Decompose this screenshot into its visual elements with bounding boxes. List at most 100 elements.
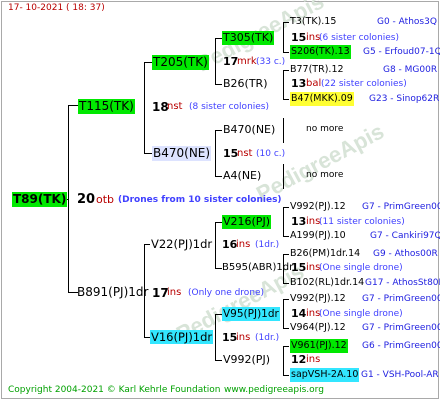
connector [283, 299, 284, 329]
connector [215, 38, 222, 39]
connector [215, 222, 222, 223]
connector [283, 99, 289, 100]
connector [283, 375, 289, 376]
connector [215, 314, 216, 361]
mmm-note: (6 sister colonies) [319, 33, 400, 43]
ffm-note: (One single drone) [319, 309, 403, 319]
gen4-queen[interactable]: B26(PM)1dr.14 [290, 247, 360, 261]
fff-year: 12 [291, 353, 307, 366]
mm-note: (33 c.) [256, 57, 286, 67]
father-insemination: ins [167, 287, 182, 298]
gen4-queen[interactable]: S206(TK).13 [290, 45, 351, 59]
gen4-code: G8 - MG00R [383, 65, 438, 75]
connector [215, 130, 222, 131]
connector [283, 283, 289, 284]
connector [215, 360, 222, 361]
connector [283, 328, 289, 329]
mm-insemination: mrk [237, 56, 257, 67]
connector [215, 222, 216, 269]
root-year: 20 [77, 192, 96, 207]
fm-queen[interactable]: V22(PJ)1dr [150, 237, 213, 251]
connector [68, 105, 78, 106]
gen4-code: G23 - Sinop62R [369, 94, 440, 104]
connector [283, 207, 284, 237]
gen4-code: G7 - Cankiri97Q [370, 231, 440, 241]
mmm-queen[interactable]: T305(TK) [222, 31, 275, 45]
mmm-year: 15 [291, 31, 307, 44]
connector [144, 62, 145, 154]
gen4-queen[interactable]: A199(PJ).10 [290, 229, 346, 243]
timestamp: 17- 10-2021 ( 18: 37) [8, 3, 105, 13]
gen4-code: G6 - PrimGreen00 [362, 341, 440, 351]
mf-insemination: nst [237, 148, 253, 159]
connector [283, 254, 289, 255]
connector [283, 299, 289, 300]
site-link[interactable]: www.pedigreeapis.org [224, 385, 324, 395]
mother-insemination: nst [167, 101, 183, 112]
gen4-code: G0 - Athos3Q [377, 17, 437, 27]
mmf-queen[interactable]: B26(TR) [222, 77, 269, 91]
fmf-note: (One single drone) [319, 263, 403, 273]
ff-insemination: ins [236, 332, 251, 343]
connector [283, 236, 289, 237]
gen4-no-more: no more [306, 170, 344, 180]
ffm-queen[interactable]: V95(PJ)1dr [222, 307, 280, 321]
fmm-note: (11 sister colonies) [319, 217, 405, 227]
pedigree-page: { "header": { "timestamp": "17- 10-2021 … [0, 0, 440, 400]
mmf-note: (22 sister colonies) [321, 79, 407, 89]
mf-note: (10 c.) [256, 149, 286, 159]
gen4-queen[interactable]: V992(PJ).12 [290, 292, 346, 306]
gen4-queen[interactable]: V961(PJ).12 [290, 339, 348, 353]
connector [283, 118, 284, 143]
root-queen[interactable]: T89(TK) [12, 192, 68, 207]
gen4-code: G5 - Erfoud07-1Q [363, 47, 440, 57]
fmm-year: 13 [291, 215, 307, 228]
connector [215, 130, 216, 177]
mmf-insemination: bal [306, 78, 322, 89]
gen4-code: G7 - PrimGreen00 [362, 202, 440, 212]
gen4-queen[interactable]: V992(PJ).12 [290, 200, 346, 214]
connector [283, 207, 289, 208]
father-queen[interactable]: B891(PJ)1dr [76, 285, 149, 300]
fmf-queen[interactable]: B595(ABR)1dr [221, 261, 294, 275]
fmm-queen[interactable]: V216(PJ) [222, 215, 271, 229]
ffm-year: 14 [291, 307, 307, 320]
gen4-queen[interactable]: B47(MKK).09 [290, 92, 354, 106]
connector [283, 52, 289, 53]
father-note: (Only one drone) [188, 288, 265, 298]
gen4-code: G17 - AthosSt80R [365, 278, 440, 288]
connector [215, 314, 222, 315]
connector [144, 62, 152, 63]
gen4-queen[interactable]: sapVSH-2A.10 [290, 368, 360, 382]
mother-note: (8 sister colonies) [189, 102, 270, 112]
connector [215, 84, 222, 85]
root-note: (Drones from 10 sister colonies) [118, 195, 282, 205]
mfm-queen[interactable]: B470(NE) [222, 123, 276, 137]
connector [283, 70, 284, 100]
connector [283, 164, 284, 189]
mmf-year: 13 [291, 77, 307, 90]
connector [283, 22, 289, 23]
gen4-queen[interactable]: V964(PJ).12 [290, 321, 346, 335]
gen4-queen[interactable]: T3(TK).15 [290, 15, 336, 29]
root-insemination: otb [96, 193, 115, 206]
fff-queen[interactable]: V992(PJ) [222, 353, 271, 367]
ff-queen[interactable]: V16(PJ)1dr [150, 330, 214, 344]
gen4-code: G9 - Athos00R [373, 249, 438, 259]
gen4-queen[interactable]: B102(RL)1dr.14 [290, 276, 364, 290]
gen4-code: G1 - VSH-Pool-AR [361, 370, 439, 380]
mother-queen[interactable]: T115(TK) [78, 99, 135, 114]
fff-insemination: ins [306, 354, 321, 365]
ff-note: (1dr.) [255, 333, 280, 343]
copyright: Copyright 2004-2021 © Karl Kehrle Founda… [8, 385, 221, 395]
gen4-code: G7 - PrimGreen00 [362, 323, 440, 333]
mf-queen[interactable]: B470(NE) [152, 146, 212, 161]
mff-queen[interactable]: A4(NE) [222, 169, 262, 183]
gen4-no-more: no more [306, 124, 344, 134]
mm-queen[interactable]: T205(TK) [152, 55, 209, 70]
fmf-year: 15 [291, 261, 307, 274]
gen4-queen[interactable]: B77(TR).12 [290, 63, 344, 77]
connector [283, 346, 289, 347]
fm-note: (1dr.) [255, 240, 280, 250]
connector [283, 346, 284, 376]
